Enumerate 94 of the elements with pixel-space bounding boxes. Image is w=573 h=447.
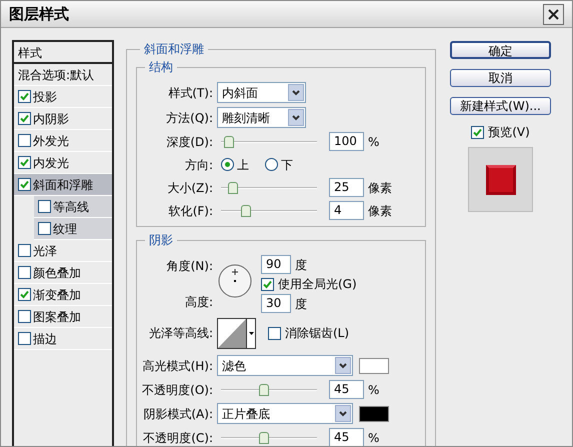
dialog-button[interactable]: 新建样式(W)... <box>450 97 551 115</box>
checkbox[interactable] <box>18 90 31 103</box>
checkbox-label: 消除锯齿(L) <box>285 325 350 342</box>
bevel-square-icon <box>484 164 516 196</box>
style-item[interactable]: 描边 <box>14 328 112 350</box>
slider-thumb[interactable] <box>224 136 234 148</box>
slider-thumb[interactable] <box>240 204 251 216</box>
contour-picker[interactable] <box>217 318 256 348</box>
unit-label: % <box>368 430 380 446</box>
number-field[interactable]: 90 <box>261 255 291 274</box>
unit-label: 度 <box>295 256 307 274</box>
checkbox[interactable] <box>261 278 274 290</box>
checkbox[interactable] <box>18 134 31 147</box>
caret-icon <box>248 332 254 334</box>
checkmark-icon <box>20 180 29 189</box>
field-label: 方法(Q): <box>165 110 213 126</box>
window-title: 图层样式 <box>9 4 70 25</box>
checkbox[interactable] <box>471 126 484 138</box>
field-label: 软化(F): <box>168 202 213 220</box>
field-label: 高光模式(H): <box>142 358 213 374</box>
checkbox[interactable] <box>38 200 51 213</box>
checkbox-label: 使用全局光(G) <box>278 276 357 293</box>
unit-label: % <box>368 382 380 398</box>
checkbox-label: 预览(V) <box>488 124 530 141</box>
checkbox[interactable] <box>18 156 31 169</box>
checkbox[interactable] <box>18 178 31 191</box>
field-label: 不透明度(O): <box>141 382 213 398</box>
style-item[interactable]: 混合选项:默认 <box>14 64 112 86</box>
close-icon <box>548 8 559 20</box>
checkmark-icon <box>20 92 29 101</box>
slider-thumb[interactable] <box>259 432 270 444</box>
group-title: 阴影 <box>148 232 174 249</box>
unit-label: 度 <box>295 296 307 312</box>
checkmark-icon <box>20 290 29 299</box>
field-label: 角度(N): <box>166 258 213 275</box>
contour-curve-icon <box>218 318 246 348</box>
style-item[interactable]: 颜色叠加 <box>14 262 112 284</box>
checkbox[interactable] <box>18 266 31 279</box>
style-item[interactable]: 光泽 <box>14 240 112 262</box>
list-header: 样式 <box>14 42 112 64</box>
unit-label: 像素 <box>368 180 392 196</box>
unit-label: 像素 <box>368 202 392 220</box>
number-field[interactable]: 30 <box>261 294 291 313</box>
field-label: 不透明度(C): <box>142 430 213 446</box>
number-field[interactable]: 100 <box>329 132 364 151</box>
group-title: 结构 <box>148 59 174 76</box>
dropdown[interactable]: 内斜面 <box>217 82 306 103</box>
style-subitem[interactable]: 纹理 <box>34 218 112 240</box>
style-item[interactable]: 图案叠加 <box>14 306 112 328</box>
checkbox[interactable] <box>38 222 51 235</box>
slider-thumb[interactable] <box>259 384 270 396</box>
radio-button[interactable] <box>221 158 234 171</box>
field-label: 样式(T): <box>167 84 213 102</box>
dropdown[interactable]: 雕刻清晰 <box>217 107 306 128</box>
checkmark-icon <box>263 280 272 288</box>
style-item[interactable]: 外发光 <box>14 130 112 152</box>
field-label: 大小(Z): <box>166 180 213 196</box>
panel-title: 斜面和浮雕 <box>143 41 205 58</box>
style-subitem[interactable]: 等高线 <box>34 196 112 218</box>
field-label: 方向: <box>184 156 213 174</box>
checkbox[interactable] <box>268 326 281 340</box>
field-label: 光泽等高线: <box>148 325 213 342</box>
number-field[interactable]: 4 <box>329 201 364 220</box>
style-item[interactable]: 渐变叠加 <box>14 284 112 306</box>
angle-dial[interactable] <box>217 263 253 299</box>
checkbox[interactable] <box>18 244 31 257</box>
field-label: 高度: <box>184 294 213 311</box>
unit-label: % <box>368 134 380 150</box>
checkbox[interactable] <box>18 112 31 125</box>
dialog-button[interactable]: 确定 <box>450 41 551 59</box>
dropdown[interactable]: 正片叠底 <box>217 403 353 424</box>
checkbox[interactable] <box>18 310 31 323</box>
field-label: 深度(D): <box>165 134 213 150</box>
field-label: 阴影模式(A): <box>142 406 213 422</box>
number-field[interactable]: 45 <box>329 428 364 446</box>
color-swatch[interactable] <box>359 358 389 374</box>
style-item[interactable]: 投影 <box>14 86 112 108</box>
radio-label: 上 <box>237 156 249 174</box>
style-item[interactable]: 斜面和浮雕 <box>14 174 112 196</box>
style-item[interactable]: 内阴影 <box>14 108 112 130</box>
checkmark-icon <box>20 114 29 123</box>
dialog-button[interactable]: 取消 <box>450 69 551 87</box>
close-button[interactable] <box>543 4 564 24</box>
radio-button[interactable] <box>265 158 278 171</box>
checkmark-icon <box>473 128 482 136</box>
dropdown[interactable]: 滤色 <box>217 355 353 376</box>
radio-label: 下 <box>281 156 293 174</box>
color-swatch[interactable] <box>359 406 389 422</box>
number-field[interactable]: 45 <box>329 380 364 399</box>
number-field[interactable]: 25 <box>329 178 364 197</box>
checkbox[interactable] <box>18 288 31 301</box>
checkbox[interactable] <box>18 332 31 345</box>
checkmark-icon <box>20 158 29 167</box>
slider-thumb[interactable] <box>228 182 238 194</box>
